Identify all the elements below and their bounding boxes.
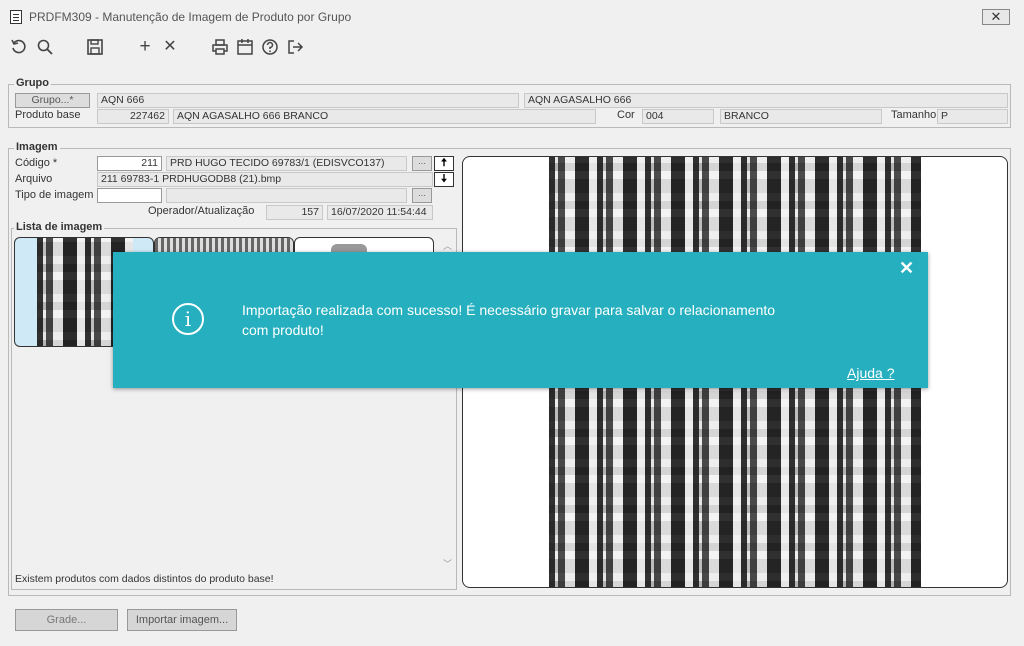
- atualizacao-field: 16/07/2020 11:54:44: [327, 205, 433, 220]
- codigo-label: Código *: [15, 157, 58, 169]
- tipo-lookup-button[interactable]: ⋯: [412, 188, 432, 203]
- help-link[interactable]: Ajuda ?: [847, 365, 894, 381]
- tipo-imagem-field[interactable]: [97, 188, 162, 203]
- window-close-button[interactable]: ✕: [982, 9, 1010, 25]
- move-up-button[interactable]: 🠅: [434, 156, 454, 171]
- tipo-imagem-desc-field: [166, 188, 407, 203]
- imagem-section-title: Imagem: [14, 141, 60, 153]
- lista-imagem-title: Lista de imagem: [14, 221, 105, 233]
- title-bar: PRDFM309 - Manutenção de Imagem de Produ…: [0, 0, 1024, 32]
- calendar-icon[interactable]: [236, 38, 254, 56]
- importar-imagem-button[interactable]: Importar imagem...: [127, 609, 237, 631]
- move-down-button[interactable]: 🠇: [434, 172, 454, 187]
- produto-base-desc-field: AQN AGASALHO 666 BRANCO: [173, 109, 596, 124]
- save-icon[interactable]: [86, 38, 104, 56]
- tipo-imagem-label: Tipo de imagem: [15, 189, 94, 201]
- tamanho-field[interactable]: P: [937, 109, 1008, 124]
- dialog-message-line1: Importação realizada com sucesso! É nece…: [242, 302, 776, 318]
- add-icon[interactable]: +: [136, 37, 154, 56]
- codigo-desc-field: PRD HUGO TECIDO 69783/1 (EDISVCO137): [166, 156, 407, 171]
- operador-label: Operador/Atualização: [148, 205, 255, 217]
- codigo-field[interactable]: 211: [97, 156, 162, 171]
- notification-dialog: i Importação realizada com sucesso! É ne…: [113, 252, 928, 388]
- delete-icon[interactable]: ✕: [161, 38, 179, 56]
- cor-code-field[interactable]: 004: [642, 109, 714, 124]
- cor-desc-field: BRANCO: [720, 109, 882, 124]
- exit-icon[interactable]: [286, 38, 304, 56]
- status-message: Existem produtos com dados distintos do …: [15, 573, 274, 585]
- tamanho-label: Tamanho: [891, 109, 937, 121]
- grupo-code-field[interactable]: AQN 666: [97, 93, 519, 108]
- info-icon: i: [172, 303, 204, 335]
- dialog-close-icon[interactable]: ✕: [899, 258, 914, 279]
- dialog-message-line2: com produto!: [242, 322, 324, 338]
- search-icon[interactable]: [36, 38, 54, 56]
- grupo-desc-field: AQN AGASALHO 666: [524, 93, 1008, 108]
- operador-field: 157: [266, 205, 323, 220]
- codigo-lookup-button[interactable]: ⋯: [412, 156, 432, 171]
- arquivo-label: Arquivo: [15, 173, 53, 185]
- help-icon[interactable]: [261, 38, 279, 56]
- grade-button[interactable]: Grade...: [15, 609, 118, 631]
- document-icon: [10, 10, 22, 24]
- produto-base-code-field[interactable]: 227462: [97, 109, 169, 124]
- produto-base-label: Produto base: [15, 109, 81, 121]
- arquivo-field: 211 69783-1 PRDHUGODB8 (21).bmp: [97, 172, 433, 187]
- undo-icon[interactable]: [10, 38, 28, 56]
- window-title: PRDFM309 - Manutenção de Imagem de Produ…: [29, 10, 352, 24]
- grupo-section-title: Grupo: [14, 77, 51, 89]
- cor-label: Cor: [617, 109, 635, 121]
- print-icon[interactable]: [211, 38, 229, 56]
- grupo-button[interactable]: Grupo...*: [15, 93, 90, 108]
